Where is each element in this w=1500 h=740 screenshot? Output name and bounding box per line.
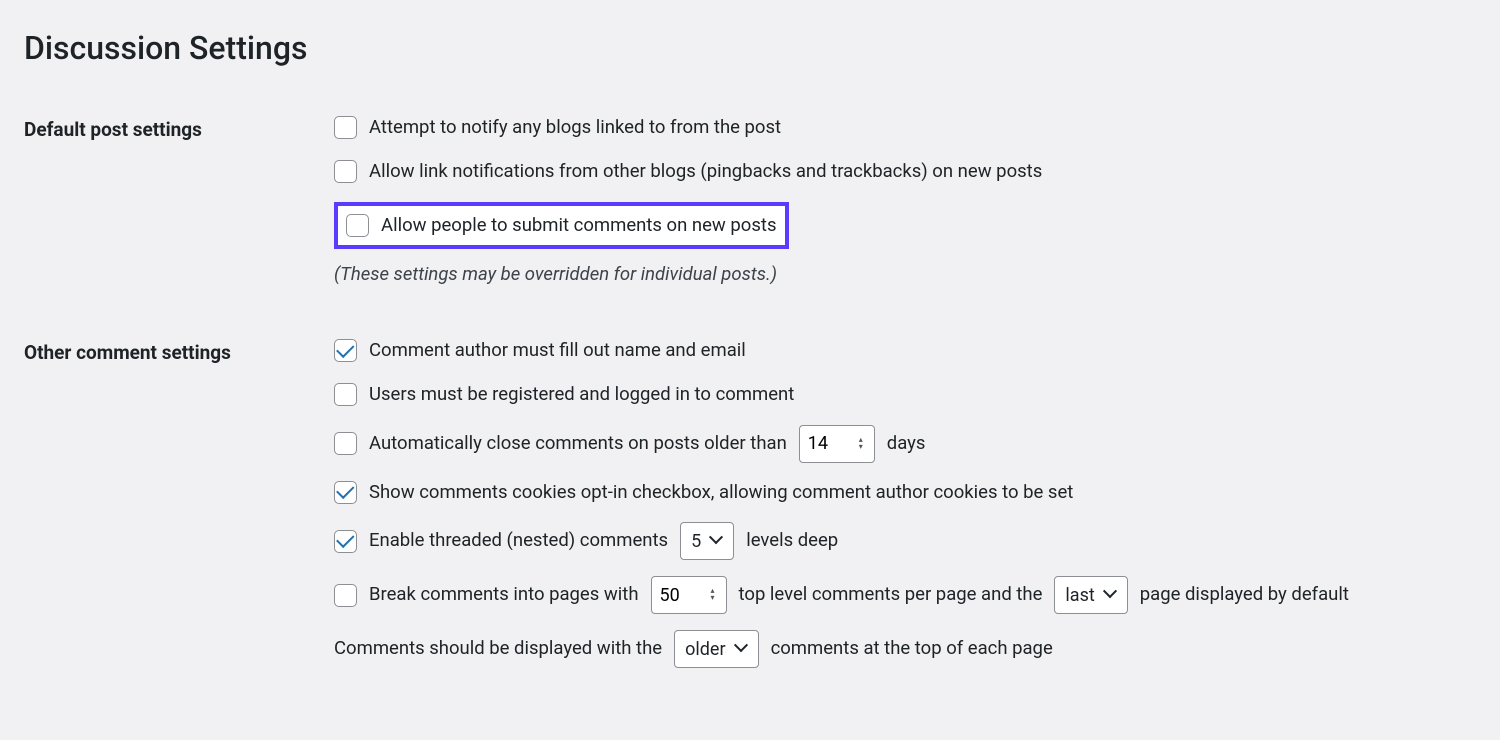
label-paginate-pre: Break comments into pages with [369,581,639,609]
option-notify-blogs: Attempt to notify any blogs linked to fr… [334,114,1476,142]
input-paginate-perpage[interactable] [660,579,700,611]
content-default-post-settings: Attempt to notify any blogs linked to fr… [334,114,1476,337]
note-text: (These settings may be overridden for in… [334,261,777,289]
option-paginate: Break comments into pages with ▴▾ top le… [334,576,1476,614]
label-notify-blogs: Attempt to notify any blogs linked to fr… [369,114,781,142]
label-default-post-settings: Default post settings [24,114,334,337]
label-cookies-optin: Show comments cookies opt-in checkbox, a… [369,479,1073,507]
option-cookies-optin: Show comments cookies opt-in checkbox, a… [334,479,1476,507]
checkbox-allow-comments[interactable] [346,214,369,237]
option-order: Comments should be displayed with the ol… [334,630,1476,668]
option-threaded: Enable threaded (nested) comments 5 leve… [334,522,1476,560]
chevron-down-icon [736,643,748,655]
label-allow-comments: Allow people to submit comments on new p… [381,212,777,240]
label-order-pre: Comments should be displayed with the [334,635,662,663]
option-require-registered: Users must be registered and logged in t… [334,381,1476,409]
checkbox-require-registered[interactable] [334,383,357,406]
select-paginate-default-page-value: last [1065,582,1094,609]
chevron-down-icon [711,535,723,547]
option-allow-pingbacks: Allow link notifications from other blog… [334,158,1476,186]
label-paginate-mid: top level comments per page and the [739,581,1043,609]
label-allow-pingbacks: Allow link notifications from other blog… [369,158,1042,186]
select-order[interactable]: older [674,630,758,668]
checkbox-cookies-optin[interactable] [334,481,357,504]
stepper-icon[interactable]: ▴▾ [856,436,866,452]
select-paginate-default-page[interactable]: last [1054,576,1127,614]
label-threaded-post: levels deep [746,527,838,555]
highlight-allow-comments: Allow people to submit comments on new p… [334,202,789,250]
checkbox-threaded[interactable] [334,530,357,553]
checkbox-allow-pingbacks[interactable] [334,160,357,183]
select-threaded-levels-value: 5 [691,528,701,555]
input-auto-close-days[interactable] [808,428,848,460]
stepper-icon[interactable]: ▴▾ [708,587,718,603]
label-auto-close-post: days [887,430,926,458]
label-threaded-pre: Enable threaded (nested) comments [369,527,668,555]
checkbox-paginate[interactable] [334,584,357,607]
input-paginate-perpage-wrap[interactable]: ▴▾ [651,576,727,614]
content-other-comment-settings: Comment author must fill out name and em… [334,337,1476,716]
chevron-down-icon [1105,589,1117,601]
select-order-value: older [685,636,725,663]
checkbox-notify-blogs[interactable] [334,116,357,139]
option-auto-close: Automatically close comments on posts ol… [334,425,1476,463]
checkbox-auto-close[interactable] [334,432,357,455]
note-default-post: (These settings may be overridden for in… [334,261,1476,289]
row-other-comment-settings: Other comment settings Comment author mu… [24,337,1476,716]
label-require-name-email: Comment author must fill out name and em… [369,337,746,365]
select-threaded-levels[interactable]: 5 [680,522,734,560]
checkbox-require-name-email[interactable] [334,339,357,362]
label-require-registered: Users must be registered and logged in t… [369,381,794,409]
option-require-name-email: Comment author must fill out name and em… [334,337,1476,365]
page-title: Discussion Settings [24,24,1476,72]
input-auto-close-days-wrap[interactable]: ▴▾ [799,425,875,463]
option-allow-comments-wrapper: Allow people to submit comments on new p… [334,202,1476,250]
label-other-comment-settings: Other comment settings [24,337,334,716]
row-default-post-settings: Default post settings Attempt to notify … [24,114,1476,337]
label-auto-close-pre: Automatically close comments on posts ol… [369,430,787,458]
label-order-post: comments at the top of each page [771,635,1053,663]
settings-table: Default post settings Attempt to notify … [24,114,1476,716]
label-paginate-post: page displayed by default [1140,581,1349,609]
